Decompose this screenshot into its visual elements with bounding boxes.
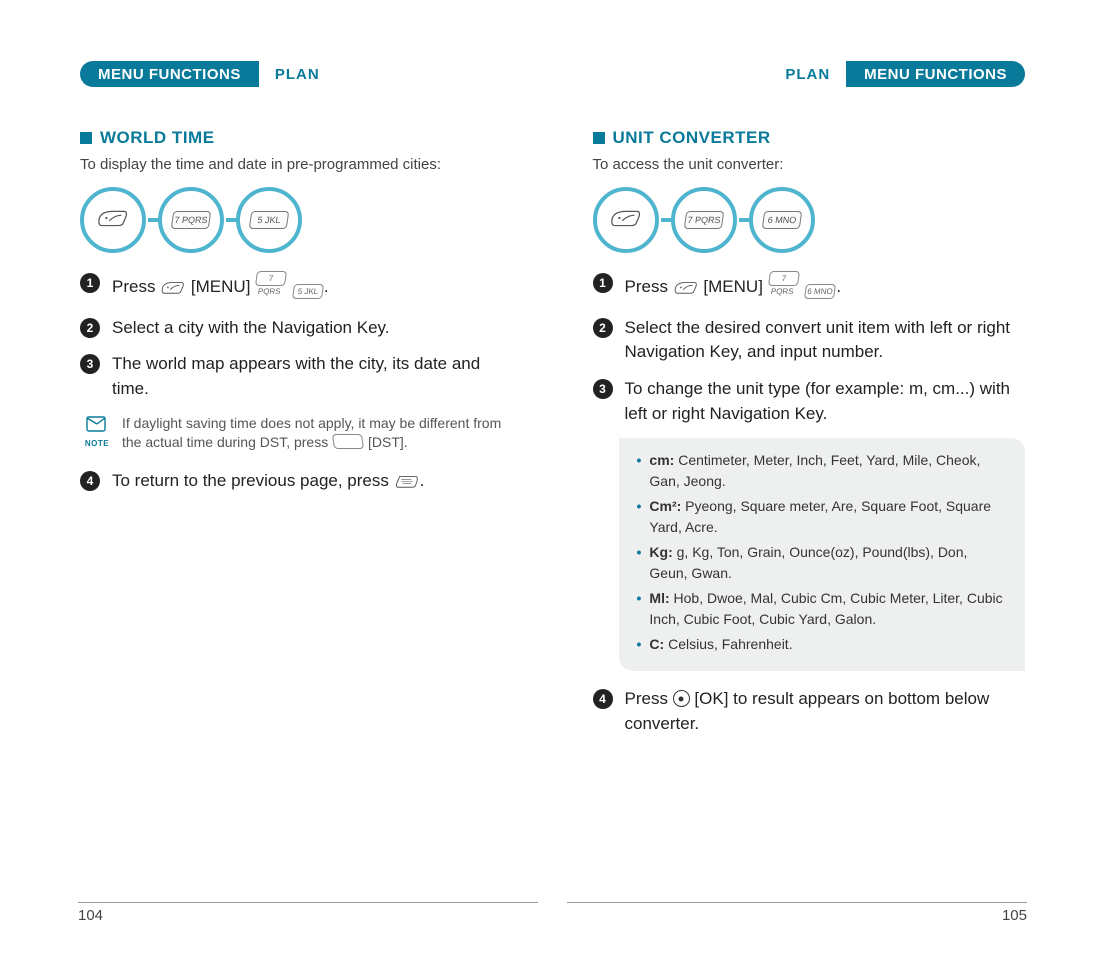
key-sequence: 7 PQRS 5 JKL	[80, 187, 513, 253]
softkey-icon	[673, 279, 699, 304]
intro-text: To access the unit converter:	[593, 156, 1026, 173]
step-number-icon: 1	[80, 273, 100, 293]
page-left: MENU FUNCTIONS PLAN WORLD TIME To displa…	[60, 60, 553, 904]
step-2: 2 Select the desired convert unit item w…	[593, 316, 1026, 365]
step-number-icon: 4	[593, 689, 613, 709]
header-sub-tab: PLAN	[769, 66, 846, 83]
key-softkey-icon	[80, 187, 146, 253]
key-7-icon: 7 PQRS	[255, 271, 287, 286]
page-number-left: 104	[78, 902, 538, 924]
header-left: MENU FUNCTIONS PLAN	[80, 60, 513, 88]
header-main-tab: MENU FUNCTIONS	[80, 61, 259, 87]
step-number-icon: 3	[593, 379, 613, 399]
step-4: 4 To return to the previous page, press …	[80, 469, 513, 498]
ok-key-icon	[673, 690, 690, 707]
step-2: 2 Select a city with the Navigation Key.	[80, 316, 513, 341]
step-number-icon: 2	[80, 318, 100, 338]
unit-info-box: cm: Centimeter, Meter, Inch, Feet, Yard,…	[619, 438, 1026, 671]
page-number-right: 105	[567, 902, 1027, 924]
header-right: PLAN MENU FUNCTIONS	[593, 60, 1026, 88]
header-main-tab: MENU FUNCTIONS	[846, 61, 1025, 87]
step-3: 3 The world map appears with the city, i…	[80, 352, 513, 401]
step-number-icon: 4	[80, 471, 100, 491]
step-3: 3 To change the unit type (for example: …	[593, 377, 1026, 426]
page-right: PLAN MENU FUNCTIONS UNIT CONVERTER To ac…	[553, 60, 1046, 904]
right-softkey-icon	[332, 434, 364, 449]
key-7-icon: 7 PQRS	[768, 271, 800, 286]
softkey-icon	[160, 279, 186, 304]
clear-key-icon	[394, 473, 420, 498]
key-7-icon: 7 PQRS	[671, 187, 737, 253]
step-number-icon: 2	[593, 318, 613, 338]
step-number-icon: 1	[593, 273, 613, 293]
key-6-icon: 6 MNO	[804, 284, 836, 299]
step-4: 4 Press [OK] to result appears on bottom…	[593, 687, 1026, 736]
intro-text: To display the time and date in pre-prog…	[80, 156, 513, 173]
section-title-unit-converter: UNIT CONVERTER	[593, 128, 1026, 148]
key-5-icon: 5 JKL	[236, 187, 302, 253]
section-title-world-time: WORLD TIME	[80, 128, 513, 148]
key-5-icon: 5 JKL	[292, 284, 324, 299]
header-sub-tab: PLAN	[259, 66, 336, 83]
note-icon: NOTE	[82, 414, 112, 448]
key-sequence: 7 PQRS 6 MNO	[593, 187, 1026, 253]
step-number-icon: 3	[80, 354, 100, 374]
key-6-icon: 6 MNO	[749, 187, 815, 253]
note-block: NOTE If daylight saving time does not ap…	[80, 414, 513, 453]
step-1: 1 Press [MENU] 7 PQRS 6 MNO.	[593, 271, 1026, 304]
key-7-icon: 7 PQRS	[158, 187, 224, 253]
key-softkey-icon	[593, 187, 659, 253]
step-1: 1 Press [MENU] 7 PQRS 5 JKL.	[80, 271, 513, 304]
